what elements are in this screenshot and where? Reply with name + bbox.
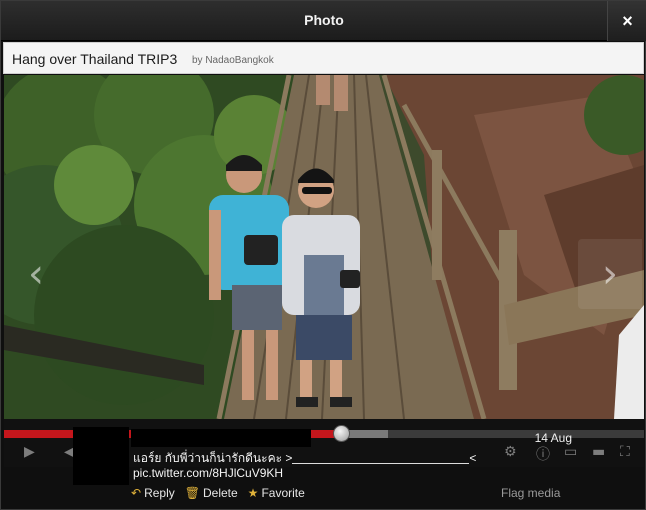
modal-titlebar: Photo × [1,1,646,41]
modal-title: Photo [304,12,344,28]
tweet-text-underline [292,454,470,464]
tweet-actions: ↶ Reply 🗑 Delete ★ Favorite [131,486,305,500]
close-icon: × [622,11,633,31]
reply-button[interactable]: ↶ Reply [131,486,175,500]
delete-button[interactable]: 🗑 Delete [185,486,238,500]
reply-arrow-icon: ↶ [131,486,142,500]
tweet-panel: 14 Aug แอร์ย กับพี่ว่านก็น่ารักดีนะคะ > <… [1,427,646,510]
chevron-left-icon: ‹ [28,251,44,297]
tweet-text-end: < [469,451,477,465]
photo-scene [4,75,644,419]
chevron-right-icon: › [602,251,618,297]
tweet-media-link[interactable]: pic.twitter.com/8HJlCuV9KH [133,466,283,480]
photo-modal: Photo × Hang over Thailand TRIP3 by Nada… [0,0,646,510]
close-button[interactable]: × [607,1,646,41]
video-title: Hang over Thailand TRIP3 [12,51,178,67]
trash-icon: 🗑 [184,486,200,500]
tweet-text: แอร์ย กับพี่ว่านก็น่ารักดีนะคะ > [133,451,293,465]
favorite-button[interactable]: ★ Favorite [248,486,305,500]
reply-label: Reply [144,486,175,500]
avatar-redacted [73,427,129,485]
delete-label: Delete [202,486,238,500]
next-photo-button[interactable]: › [578,239,642,309]
username-redacted [131,429,311,447]
previous-photo-button[interactable]: ‹ [4,239,68,309]
video-byline: by NadaoBangkok [192,55,274,66]
favorite-label: Favorite [261,486,305,500]
media-header: Hang over Thailand TRIP3 by NadaoBangkok [3,42,644,74]
star-icon: ★ [247,486,259,500]
photo-image [4,75,644,419]
tweet-timestamp[interactable]: 14 Aug [535,431,572,445]
flag-media-link[interactable]: Flag media [501,486,560,500]
